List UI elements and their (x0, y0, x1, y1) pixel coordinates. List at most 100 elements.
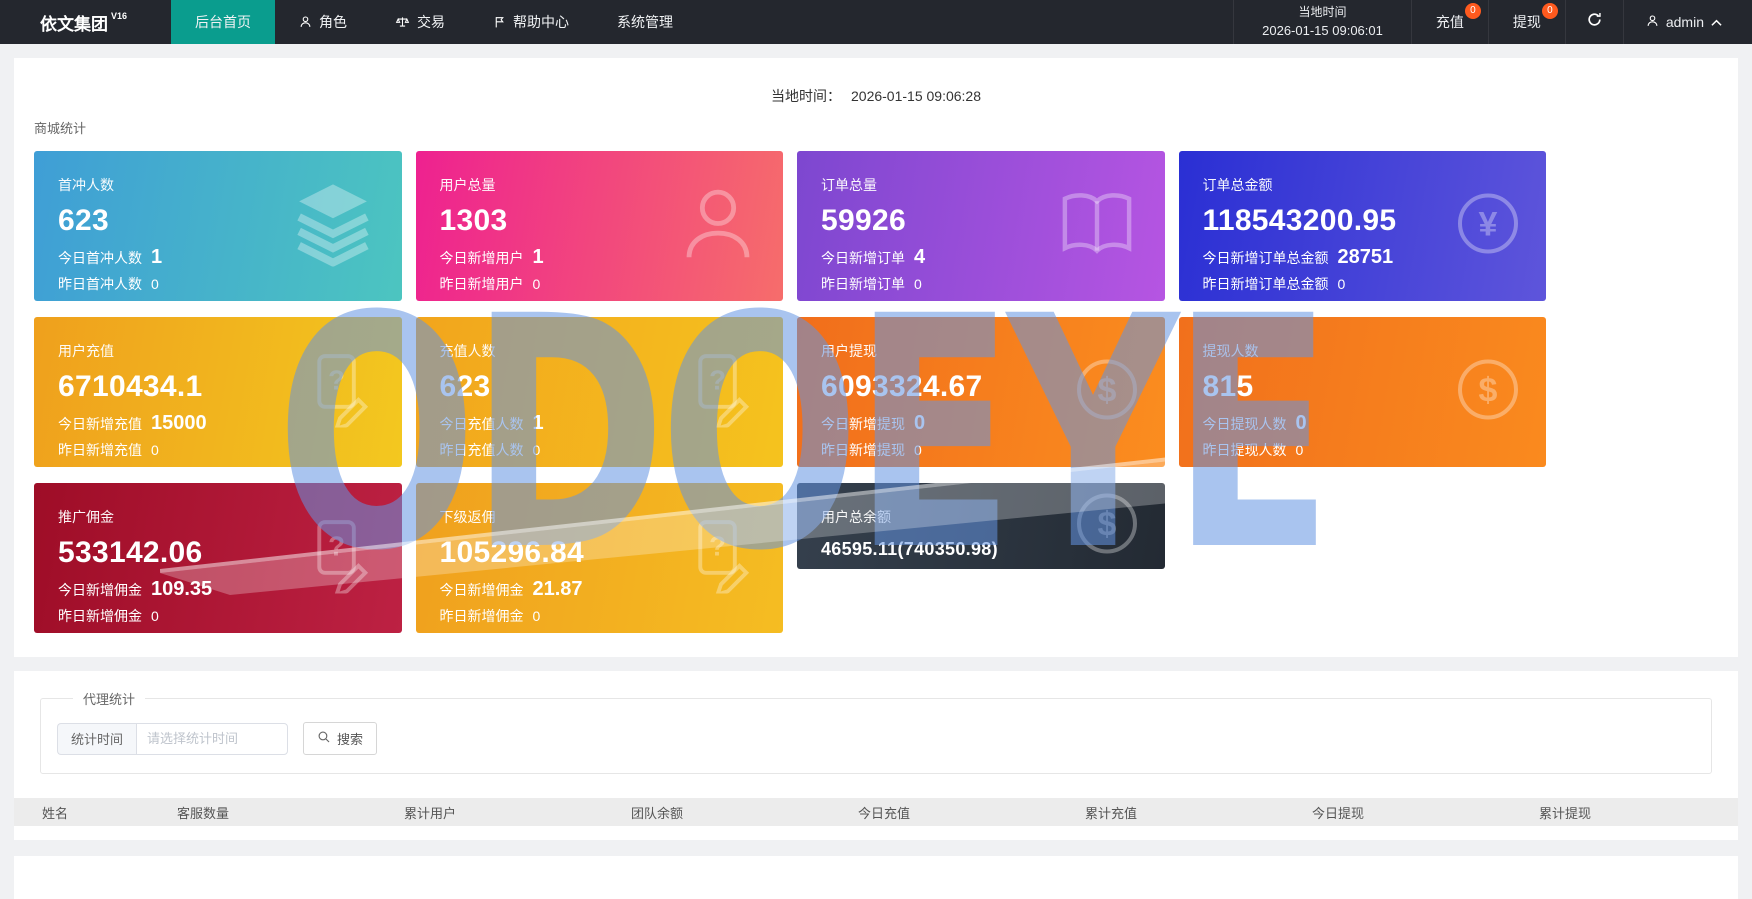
local-time-label: 当地时间 (1298, 4, 1347, 19)
card-yesterday-label: 昨日新增提现 (821, 442, 905, 458)
stat-card: 用户总余额 46595.11(740350.98) $ (797, 483, 1165, 569)
bottom-panel (14, 856, 1738, 899)
column-header: 累计提现 (1539, 805, 1592, 821)
card-yesterday-value: 0 (151, 276, 159, 292)
flag-icon (493, 15, 506, 29)
menu-item-label: 后台首页 (195, 14, 252, 30)
page-local-time-label: 当地时间： (771, 88, 841, 104)
card-yesterday-value: 0 (151, 442, 159, 458)
brand-name: 依文集团 (40, 14, 108, 34)
menu-item-help-center[interactable]: 帮助中心 (469, 0, 593, 44)
column-header: 团队余额 (631, 805, 684, 821)
menu-item-label: 帮助中心 (513, 14, 570, 30)
yen-circle-icon: ¥ (1456, 192, 1520, 261)
section-title-mall-stats: 商城统计 (34, 121, 87, 136)
card-today-value: 0 (914, 412, 926, 434)
stat-card: 充值人数 623 今日充值人数 1 昨日充值人数 0 ? (415, 317, 783, 467)
recharge-button[interactable]: 充值 0 (1410, 0, 1488, 44)
card-yesterday-value: 0 (914, 442, 922, 458)
clipboard-pencil-icon: ? (685, 518, 757, 599)
card-yesterday-value: 0 (1337, 276, 1346, 292)
card-today-label: 今日新增订单总金额 (1202, 250, 1329, 266)
svg-text:$: $ (1097, 506, 1116, 544)
card-yesterday-line: 昨日新增订单 0 (821, 274, 1141, 294)
card-yesterday-line: 昨日新增充值 0 (58, 440, 378, 460)
stat-time-input[interactable] (136, 722, 289, 755)
card-yesterday-value: 0 (914, 276, 922, 292)
refresh-icon (1586, 11, 1603, 33)
stat-card: 订单总金额 118543200.95 今日新增订单总金额 28751 昨日新增订… (1178, 151, 1546, 301)
stat-card: 用户总量 1303 今日新增用户 1 昨日新增用户 0 (415, 151, 783, 301)
menu-item-dashboard[interactable]: 后台首页 (171, 0, 276, 44)
stat-card: 下级返佣 105296.84 今日新增佣金 21.87 昨日新增佣金 0 ? (415, 483, 783, 633)
section-title-agent-stats: 代理统计 (83, 692, 136, 707)
local-time-value: 2026-01-15 09:06:01 (1262, 23, 1383, 39)
menu-item-label: 系统管理 (617, 14, 674, 30)
menu-item-trade[interactable]: 交易 (371, 0, 469, 44)
svg-text:?: ? (328, 531, 345, 562)
card-yesterday-value: 0 (151, 608, 159, 624)
card-today-label: 今日新增充值 (58, 416, 142, 432)
book-icon (1055, 189, 1139, 264)
withdraw-button[interactable]: 提现 0 (1487, 0, 1565, 44)
card-today-value: 21.87 (532, 578, 583, 600)
refresh-button[interactable] (1564, 0, 1623, 44)
card-yesterday-line: 昨日新增佣金 0 (58, 606, 378, 626)
card-yesterday-label: 昨日提现人数 (1202, 442, 1287, 458)
card-today-label: 今日充值人数 (439, 416, 524, 432)
card-today-label: 今日首冲人数 (58, 250, 142, 266)
dollar-circle-icon: $ (1456, 358, 1520, 427)
stat-time-label: 统计时间 (57, 722, 137, 755)
username: admin (1665, 14, 1704, 30)
card-yesterday-label: 昨日新增佣金 (439, 608, 524, 624)
card-today-value: 15000 (151, 412, 207, 434)
card-yesterday-line: 昨日首冲人数 0 (58, 274, 378, 294)
main-menu: 后台首页 角色 交易 帮助中心 系统管理 (171, 0, 697, 44)
navbar-local-time: 当地时间 2026-01-15 09:06:01 (1233, 0, 1411, 44)
card-yesterday-line: 昨日充值人数 0 (440, 440, 760, 460)
column-header: 累计充值 (1085, 805, 1138, 821)
person-icon (299, 15, 312, 29)
page-local-time-value: 2026-01-15 09:06:28 (851, 88, 981, 104)
mall-stats-panel: 当地时间： 2026-01-15 09:06:28 商城统计 首冲人数 623 今… (14, 58, 1738, 657)
column-header: 累计用户 (404, 805, 457, 821)
search-button-label: 搜索 (337, 732, 364, 747)
search-icon (317, 730, 331, 747)
card-yesterday-line: 昨日新增佣金 0 (440, 606, 760, 626)
column-header: 今日充值 (858, 805, 911, 821)
menu-item-label: 交易 (417, 14, 446, 30)
svg-text:$: $ (1097, 372, 1116, 410)
card-yesterday-value: 0 (532, 608, 541, 624)
agent-table-header: 姓名 客服数量 累计用户 团队余额 今日充值 累计充值 今日提现 累计提现 (14, 798, 1738, 826)
brand-version: V16 (111, 11, 128, 21)
stat-card: 推广佣金 533142.06 今日新增佣金 109.35 昨日新增佣金 0 ? (34, 483, 402, 633)
card-today-label: 今日新增佣金 (439, 582, 524, 598)
agent-search-row: 统计时间 搜索 (57, 722, 1711, 755)
menu-item-roles[interactable]: 角色 (275, 0, 371, 44)
card-today-value: 1 (532, 246, 544, 268)
cards-grid: 首冲人数 623 今日首冲人数 1 昨日首冲人数 0 用户总量 1303 今日新… (34, 151, 1546, 633)
agent-stats-panel: 代理统计 统计时间 搜索 姓名 客服数量 累计用户 团队余额 今日充值 累计充值 今日提现 累… (14, 671, 1738, 840)
clipboard-pencil-icon: ? (304, 518, 376, 599)
user-icon (1646, 14, 1659, 31)
stat-card: 用户提现 6093324.67 今日新增提现 0 昨日新增提现 0 $ (797, 317, 1165, 467)
card-yesterday-value: 0 (1295, 442, 1304, 458)
search-button[interactable]: 搜索 (303, 722, 378, 755)
recharge-badge: 0 (1464, 3, 1481, 19)
card-today-label: 今日提现人数 (1202, 416, 1287, 432)
dollar-circle-icon: $ (1075, 492, 1139, 561)
user-menu[interactable]: admin (1622, 0, 1752, 44)
menu-item-label: 角色 (319, 14, 348, 30)
column-header: 客服数量 (177, 805, 230, 821)
card-yesterday-label: 昨日新增佣金 (58, 608, 142, 624)
menu-item-system-settings[interactable]: 系统管理 (593, 0, 697, 44)
card-today-label: 今日新增订单 (821, 250, 905, 266)
card-today-label: 今日新增提现 (821, 416, 905, 432)
card-today-value: 28751 (1337, 246, 1394, 268)
card-yesterday-label: 昨日新增订单 (821, 276, 905, 292)
stat-card: 用户充值 6710434.1 今日新增充值 15000 昨日新增充值 0 ? (34, 317, 402, 467)
column-header: 今日提现 (1312, 805, 1365, 821)
clipboard-pencil-icon: ? (304, 352, 376, 433)
stat-card: 首冲人数 623 今日首冲人数 1 昨日首冲人数 0 (34, 151, 402, 301)
navbar-right: 当地时间 2026-01-15 09:06:01 充值 0 提现 0 admin (1233, 0, 1752, 44)
